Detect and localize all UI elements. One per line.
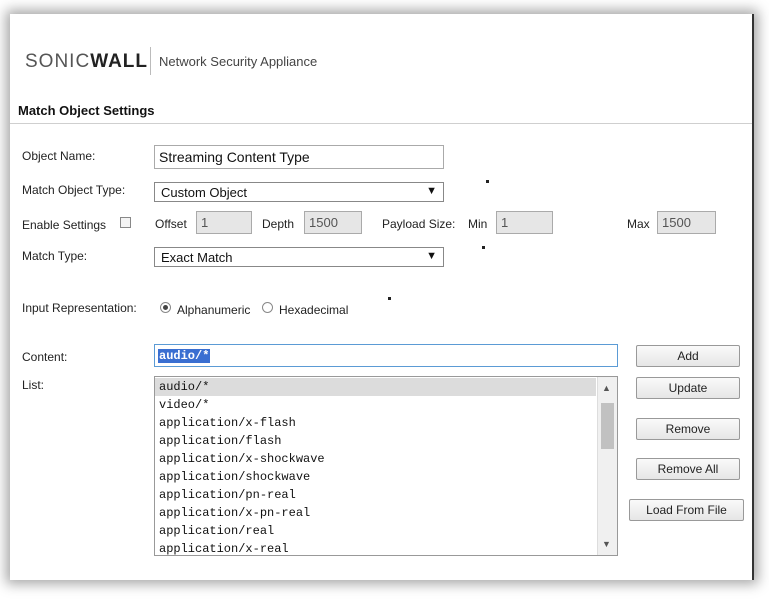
- list-item[interactable]: application/flash: [155, 432, 596, 450]
- list-item[interactable]: application/x-shockwave: [155, 450, 596, 468]
- input-representation-label: Input Representation:: [22, 301, 137, 315]
- list-item[interactable]: audio/*: [155, 378, 596, 396]
- object-name-label: Object Name:: [22, 149, 96, 163]
- enable-settings-label: Enable Settings: [22, 218, 107, 232]
- depth-input[interactable]: [304, 211, 362, 234]
- match-object-type-select[interactable]: Custom Object ▼: [154, 182, 444, 202]
- scroll-thumb[interactable]: [601, 403, 614, 449]
- load-from-file-button[interactable]: Load From File: [629, 499, 744, 521]
- enable-settings-checkbox[interactable]: [120, 217, 131, 228]
- remove-all-button[interactable]: Remove All: [636, 458, 740, 480]
- alphanumeric-label: Alphanumeric: [177, 303, 251, 317]
- list-scrollbar[interactable]: ▲ ▼: [597, 377, 617, 555]
- app-header: SONICWALL Network Security Appliance: [10, 14, 752, 94]
- hexadecimal-radio[interactable]: [262, 302, 273, 313]
- scroll-down-icon[interactable]: ▼: [602, 539, 611, 549]
- content-selected-text: audio/*: [158, 349, 211, 363]
- offset-label: Offset: [155, 217, 187, 231]
- list-item[interactable]: application/x-real: [155, 540, 596, 555]
- list-item[interactable]: application/real: [155, 522, 596, 540]
- content-listbox[interactable]: audio/* video/* application/x-flash appl…: [154, 376, 618, 556]
- match-type-value: Exact Match: [161, 250, 233, 265]
- logo-text-wall: WALL: [90, 51, 149, 72]
- object-name-input[interactable]: [154, 145, 444, 169]
- update-button[interactable]: Update: [636, 377, 740, 399]
- match-type-select[interactable]: Exact Match ▼: [154, 247, 444, 267]
- content-input[interactable]: audio/*: [154, 344, 618, 367]
- section-divider: [10, 123, 752, 124]
- list-item[interactable]: application/x-flash: [155, 414, 596, 432]
- max-label: Max: [627, 217, 650, 231]
- add-button[interactable]: Add: [636, 345, 740, 367]
- logo-text-sonic: SONIC: [25, 51, 91, 72]
- match-object-type-label: Match Object Type:: [22, 183, 126, 197]
- list-item[interactable]: application/shockwave: [155, 468, 596, 486]
- cursor-artifact: [482, 246, 485, 249]
- alphanumeric-radio[interactable]: [160, 302, 171, 313]
- payload-size-label: Payload Size:: [382, 217, 456, 231]
- match-object-settings-panel: SONICWALL Network Security Appliance Mat…: [10, 14, 754, 580]
- list-label: List:: [22, 378, 45, 392]
- chevron-down-icon: ▼: [426, 185, 437, 197]
- payload-max-input[interactable]: [657, 211, 716, 234]
- logo-divider: [150, 47, 151, 75]
- offset-input[interactable]: [196, 211, 252, 234]
- cursor-artifact: [388, 297, 391, 300]
- product-name: Network Security Appliance: [159, 54, 318, 69]
- list-item[interactable]: application/pn-real: [155, 486, 596, 504]
- min-label: Min: [468, 217, 488, 231]
- cursor-artifact: [486, 180, 489, 183]
- depth-label: Depth: [262, 217, 295, 231]
- payload-min-input[interactable]: [496, 211, 553, 234]
- content-label: Content:: [22, 350, 68, 364]
- match-type-label: Match Type:: [22, 249, 88, 263]
- sonicwall-logo: SONICWALL: [25, 51, 148, 73]
- remove-button[interactable]: Remove: [636, 418, 740, 440]
- list-item[interactable]: application/x-pn-real: [155, 504, 596, 522]
- list-item[interactable]: video/*: [155, 396, 596, 414]
- chevron-down-icon: ▼: [426, 250, 437, 262]
- section-title: Match Object Settings: [18, 103, 155, 118]
- scroll-up-icon[interactable]: ▲: [602, 383, 611, 393]
- match-object-type-value: Custom Object: [161, 185, 247, 200]
- hexadecimal-label: Hexadecimal: [279, 303, 349, 317]
